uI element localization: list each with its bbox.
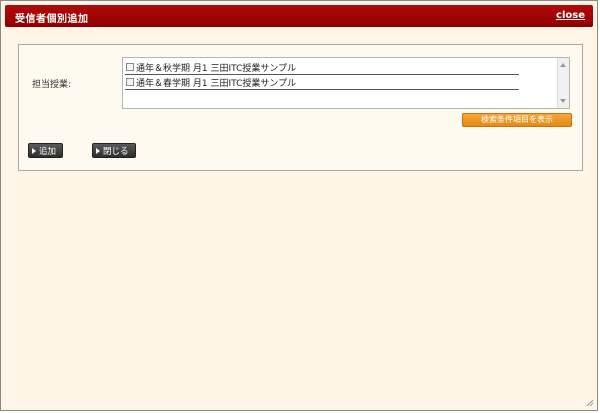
play-arrow-icon [96, 147, 100, 154]
play-arrow-icon [32, 147, 36, 154]
form-panel: 担当授業: 通年＆秋学期 月1 三田ITC授業サンプル 通年＆春学期 月1 三田… [18, 44, 583, 171]
scroll-down-arrow-icon[interactable] [560, 99, 566, 103]
course-checkbox[interactable] [126, 63, 134, 71]
dialog-window: 受信者個別追加 close 担当授業: 通年＆秋学期 月1 三田ITC授業サンプ… [0, 0, 598, 411]
list-item[interactable]: 通年＆秋学期 月1 三田ITC授業サンプル [125, 60, 519, 75]
listbox-scrollbar[interactable] [557, 58, 569, 108]
add-button[interactable]: 追加 [28, 143, 63, 158]
course-field-label: 担当授業: [32, 80, 72, 90]
close-button[interactable]: 閉じる [92, 143, 136, 158]
scroll-up-arrow-icon[interactable] [560, 63, 566, 67]
close-button-label: 閉じる [103, 146, 129, 157]
add-button-label: 追加 [39, 146, 57, 157]
course-checkbox[interactable] [126, 78, 134, 86]
show-search-conditions-button[interactable]: 検索条件項目を表示 [462, 113, 572, 127]
dialog-titlebar[interactable]: 受信者個別追加 close [5, 5, 593, 27]
course-listbox[interactable]: 通年＆秋学期 月1 三田ITC授業サンプル 通年＆春学期 月1 三田ITC授業サ… [122, 57, 570, 109]
dialog-title: 受信者個別追加 [15, 14, 89, 25]
course-label: 通年＆秋学期 月1 三田ITC授業サンプル [136, 63, 297, 74]
course-label: 通年＆春学期 月1 三田ITC授業サンプル [136, 78, 297, 89]
list-item[interactable]: 通年＆春学期 月1 三田ITC授業サンプル [125, 75, 519, 90]
close-link[interactable]: close [556, 10, 585, 21]
resize-grip-icon[interactable] [585, 398, 594, 407]
